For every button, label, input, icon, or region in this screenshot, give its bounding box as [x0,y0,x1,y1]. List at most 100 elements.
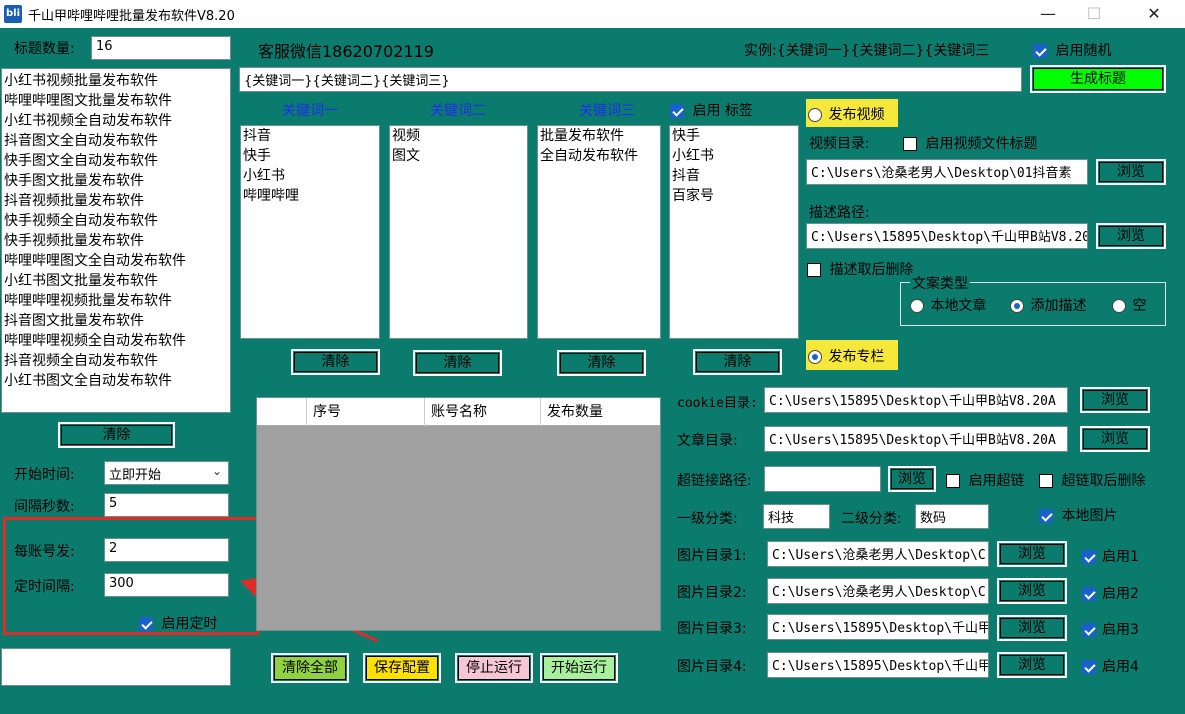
use-filename-checkbox[interactable]: 启用视频文件标题 [903,133,1037,153]
list-item[interactable]: 哔哩哔哩视频全自动发布软件 [4,331,228,351]
clear-titles-button[interactable]: 清除 [58,422,175,448]
list-item[interactable]: 小红书图文批量发布软件 [4,271,228,291]
keyword2-list[interactable]: 视频 图文 [389,125,528,339]
article-dir-input[interactable]: C:\Users\15895\Desktop\千山甲B站V8.20A [764,426,1068,452]
image-dir-input[interactable]: C:\Users\15895\Desktop\千山甲 [767,652,989,678]
list-item[interactable]: 抖音图文全自动发布软件 [4,131,228,151]
enable-image3-checkbox[interactable]: 启用3 [1082,619,1139,639]
list-item[interactable]: 哔哩哔哩视频批量发布软件 [4,291,228,311]
image-dir-browse-button[interactable]: 浏览 [997,652,1067,678]
list-item[interactable]: 小红书图文全自动发布软件 [4,371,228,391]
maximize-icon[interactable]: ☐ [1071,2,1117,26]
list-item[interactable]: 视频 [392,126,525,146]
enable-timer-checkbox[interactable]: 启用定时 [139,613,217,633]
list-item[interactable]: 批量发布软件 [540,126,658,146]
image-dir-input[interactable]: C:\Users\沧桑老男人\Desktop\C [767,578,989,604]
start-time-select[interactable]: 立即开始 ⌄ [104,461,229,485]
list-item[interactable]: 抖音视频全自动发布软件 [4,351,228,371]
enable-image2-checkbox[interactable]: 启用2 [1082,583,1139,603]
tag-list[interactable]: 快手 小红书 抖音 百家号 [669,125,799,339]
image-dir-browse-button[interactable]: 浏览 [997,578,1067,604]
keyword3-list[interactable]: 批量发布软件 全自动发布软件 [537,125,661,339]
copy-type-label: 文案类型 [910,273,970,293]
desc-delete-checkbox[interactable]: 描述取后删除 [807,259,913,279]
stop-button[interactable]: 停止运行 [455,653,533,683]
desc-path-input[interactable]: C:\Users\15895\Desktop\千山甲B站V8.20 [806,223,1088,249]
title-count-input[interactable]: 16 [91,36,231,60]
list-item[interactable]: 抖音图文批量发布软件 [4,311,228,331]
list-item[interactable]: 快手 [243,146,377,166]
list-item[interactable]: 快手图文批量发布软件 [4,171,228,191]
list-item[interactable]: 小红书视频全自动发布软件 [4,111,228,131]
image-dir-browse-button[interactable]: 浏览 [997,615,1067,641]
link-path-input[interactable] [764,466,881,492]
list-item[interactable]: 哔哩哔哩 [243,186,377,206]
title-list[interactable]: 小红书视频批量发布软件 哔哩哔哩图文批量发布软件 小红书视频全自动发布软件 抖音图文全… [1,68,231,413]
publish-video-radio[interactable]: 发布视频 [806,99,898,127]
title-template-input[interactable]: {关键词一}{关键词二}{关键词三} [239,67,1022,92]
copy-type-empty-label: 空 [1132,298,1147,314]
list-item[interactable]: 小红书视频批量发布软件 [4,71,228,91]
video-dir-browse-button[interactable]: 浏览 [1096,159,1166,185]
copy-type-local-label: 本地文章 [930,298,987,314]
enable-tag-checkbox[interactable]: 启用 标签 [670,100,753,120]
list-item[interactable]: 小红书 [672,146,796,166]
radio-selected-icon [1010,299,1024,313]
list-item[interactable]: 抖音 [672,166,796,186]
list-item[interactable]: 百家号 [672,186,796,206]
close-icon[interactable]: ✕ [1131,2,1177,26]
enable-random-checkbox[interactable]: 启用随机 [1033,40,1111,60]
list-item[interactable]: 图文 [392,146,525,166]
article-dir-browse-button[interactable]: 浏览 [1080,426,1150,452]
category2-input[interactable]: 数码 [915,504,989,529]
copy-type-desc-radio[interactable]: 添加描述 [1010,295,1086,315]
clear-keyword3-button[interactable]: 清除 [557,350,646,376]
list-item[interactable]: 快手图文全自动发布软件 [4,151,228,171]
minimize-icon[interactable]: — [1025,2,1071,26]
log-input[interactable] [1,648,231,686]
image-dir-input[interactable]: C:\Users\15895\Desktop\千山甲 [767,614,989,640]
keyword1-list[interactable]: 抖音 快手 小红书 哔哩哔哩 [240,125,380,339]
list-item[interactable]: 小红书 [243,166,377,186]
generate-title-button[interactable]: 生成标题 [1030,65,1166,93]
link-delete-checkbox[interactable]: 超链取后删除 [1039,470,1145,490]
enable-tag-label: 启用 标签 [692,103,753,119]
interval-input[interactable]: 5 [104,493,229,517]
clear-all-button[interactable]: 清除全部 [271,653,349,683]
checkbox-checked-icon [1039,509,1053,523]
enable-image1-checkbox[interactable]: 启用1 [1082,546,1139,566]
cookie-dir-input[interactable]: C:\Users\15895\Desktop\千山甲B站V8.20A [764,387,1068,413]
list-item[interactable]: 抖音视频批量发布软件 [4,191,228,211]
list-item[interactable]: 哔哩哔哩图文全自动发布软件 [4,251,228,271]
publish-column-radio[interactable]: 发布专栏 [806,340,898,370]
clear-keyword1-button[interactable]: 清除 [291,349,380,375]
copy-type-local-radio[interactable]: 本地文章 [910,295,986,315]
list-item[interactable]: 哔哩哔哩图文批量发布软件 [4,91,228,111]
category1-input[interactable]: 科技 [763,504,830,529]
timer-interval-input[interactable]: 300 [104,573,229,597]
list-item[interactable]: 快手视频批量发布软件 [4,231,228,251]
accounts-table[interactable]: 序号 账号名称 发布数量 [256,397,661,631]
per-account-input[interactable]: 2 [104,538,229,562]
list-item[interactable]: 全自动发布软件 [540,146,658,166]
clear-keyword2-button[interactable]: 清除 [413,350,502,376]
checkbox-unchecked-icon [807,263,821,277]
radio-unselected-icon [1112,299,1126,313]
enable-image4-checkbox[interactable]: 启用4 [1082,656,1139,676]
link-path-browse-button[interactable]: 浏览 [888,466,936,492]
copy-type-empty-radio[interactable]: 空 [1112,295,1146,315]
local-image-checkbox[interactable]: 本地图片 [1039,505,1117,525]
image-dir-input[interactable]: C:\Users\沧桑老男人\Desktop\C [767,541,989,567]
list-item[interactable]: 快手 [672,126,796,146]
list-item[interactable]: 快手视频全自动发布软件 [4,211,228,231]
image-dir-browse-button[interactable]: 浏览 [997,541,1067,567]
save-config-button[interactable]: 保存配置 [363,653,441,683]
cookie-dir-browse-button[interactable]: 浏览 [1080,387,1150,413]
list-item[interactable]: 抖音 [243,126,377,146]
video-dir-input[interactable]: C:\Users\沧桑老男人\Desktop\01抖音素 [806,159,1088,185]
clear-tags-button[interactable]: 清除 [693,349,782,375]
category1-label: 一级分类: [677,511,738,527]
start-button[interactable]: 开始运行 [540,653,618,683]
enable-link-checkbox[interactable]: 启用超链 [946,470,1024,490]
desc-path-browse-button[interactable]: 浏览 [1096,223,1166,249]
